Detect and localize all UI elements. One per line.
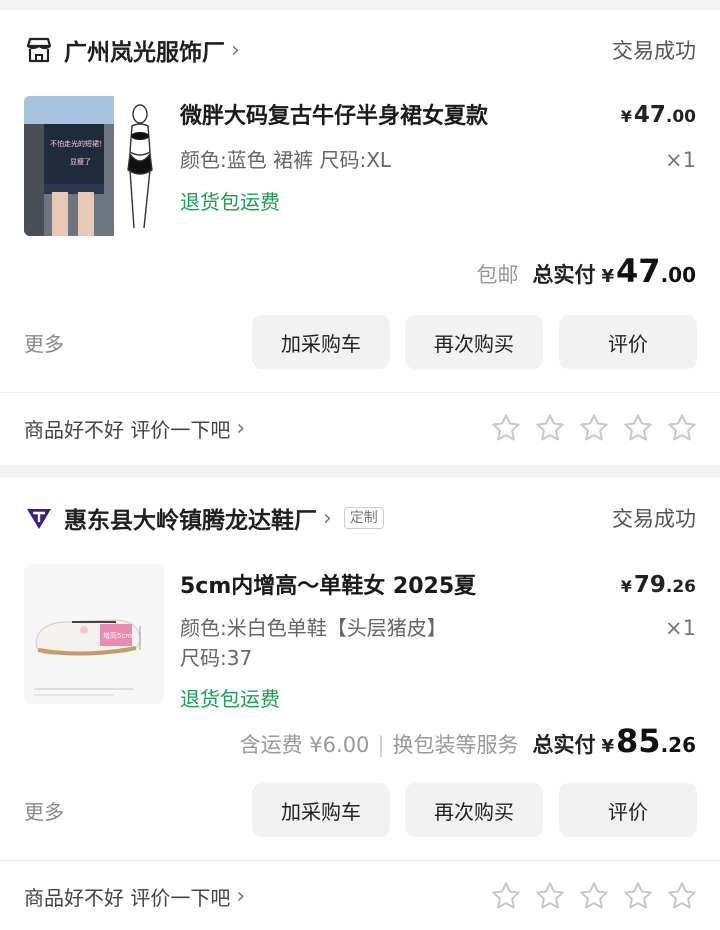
add-to-cart-button[interactable]: 加采购车: [252, 315, 390, 369]
chevron-right-icon: ›: [236, 416, 246, 441]
total-label: 总实付: [532, 263, 596, 287]
divider: [0, 392, 720, 393]
star-icon[interactable]: [534, 412, 566, 444]
shipping-note: 包邮: [476, 263, 519, 287]
star-rating[interactable]: [490, 412, 698, 444]
product-image[interactable]: 不怕走光的短裙！ 显瘦了: [24, 96, 164, 236]
more-button[interactable]: 更多: [24, 796, 64, 825]
product-image[interactable]: 增高5cm: [24, 564, 164, 704]
extra-service: 换包装等服务: [392, 733, 519, 757]
review-prompt[interactable]: 商品好不好 评价一下吧 ›: [24, 882, 245, 911]
buy-again-button[interactable]: 再次购买: [405, 783, 543, 837]
shop-header[interactable]: 广州岚光服饰厂 › 交易成功: [24, 28, 696, 72]
review-button[interactable]: 评价: [559, 783, 697, 837]
review-prompt[interactable]: 商品好不好 评价一下吧 ›: [24, 414, 245, 443]
return-shipping-tag: 退货包运费: [180, 687, 280, 711]
shop-name[interactable]: 惠东县大岭镇腾龙达鞋厂: [64, 501, 317, 535]
product-quantity: ×1: [665, 616, 696, 640]
buy-again-button[interactable]: 再次购买: [405, 315, 543, 369]
star-icon[interactable]: [666, 412, 698, 444]
review-button[interactable]: 评价: [559, 315, 697, 369]
star-icon[interactable]: [490, 880, 522, 912]
product-title[interactable]: 5cm内增高～单鞋女 2025夏: [180, 568, 476, 600]
thumb-caption: 显瘦了: [70, 157, 91, 166]
star-rating[interactable]: [490, 880, 698, 912]
star-icon[interactable]: [578, 880, 610, 912]
total-amount: 85: [616, 722, 661, 760]
order-status: 交易成功: [612, 39, 696, 63]
chevron-right-icon: ›: [236, 884, 246, 909]
chevron-right-icon: ›: [323, 505, 332, 531]
star-icon[interactable]: [622, 412, 654, 444]
order-total: 含运费 ¥6.00 | 换包装等服务 总实付 ¥85.26: [239, 722, 696, 760]
star-icon[interactable]: [666, 880, 698, 912]
shop-header[interactable]: 惠东县大岭镇腾龙达鞋厂 › 定制 交易成功: [24, 496, 696, 540]
return-shipping-tag: 退货包运费: [180, 190, 280, 214]
total-label: 总实付: [532, 733, 596, 757]
star-icon[interactable]: [490, 412, 522, 444]
product-spec: 颜色:蓝色 裙裤 尺码:XL: [180, 148, 392, 172]
product-price: ¥79.26: [620, 572, 696, 598]
order-status: 交易成功: [612, 507, 696, 531]
shop-name[interactable]: 广州岚光服饰厂: [64, 33, 225, 67]
store-icon: [26, 37, 52, 63]
product-size: 尺码:37: [180, 646, 253, 670]
total-amount: 47: [616, 252, 661, 290]
star-icon[interactable]: [534, 880, 566, 912]
star-icon[interactable]: [622, 880, 654, 912]
product-spec: 颜色:米白色单鞋【头层猪皮】: [180, 616, 447, 640]
order-card: 惠东县大岭镇腾龙达鞋厂 › 定制 交易成功 增高5cm 5cm内增高～单鞋女 2…: [0, 478, 720, 930]
separator: |: [377, 733, 385, 757]
custom-badge: 定制: [343, 507, 384, 529]
product-title[interactable]: 微胖大码复古牛仔半身裙女夏款: [180, 98, 488, 130]
chevron-right-icon: ›: [231, 37, 240, 63]
shipping-note: 含运费 ¥6.00: [239, 733, 370, 757]
thumb-caption: 增高5cm: [103, 631, 132, 640]
add-to-cart-button[interactable]: 加采购车: [252, 783, 390, 837]
thumb-caption: 不怕走光的短裙！: [50, 139, 106, 148]
shop-logo-icon: [27, 509, 51, 529]
order-total: 包邮 总实付 ¥47.00: [476, 252, 697, 290]
divider: [0, 860, 720, 861]
order-card: 广州岚光服饰厂 › 交易成功 不怕走光的短裙！ 显瘦了 微胖大码复古牛仔半身裙女…: [0, 10, 720, 465]
product-price: ¥47.00: [620, 102, 696, 128]
more-button[interactable]: 更多: [24, 328, 64, 357]
product-quantity: ×1: [665, 148, 696, 172]
star-icon[interactable]: [578, 412, 610, 444]
